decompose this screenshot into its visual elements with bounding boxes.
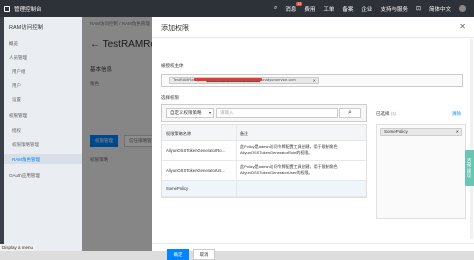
cart-icon[interactable]: ⊡ (416, 5, 421, 12)
principal-remove-icon[interactable]: ✕ (313, 78, 316, 83)
search-icon[interactable]: ⌕ (274, 5, 277, 12)
sidebar-item-people[interactable]: 人员管理 (9, 55, 27, 61)
selected-chip: SomePolicy ✕ (380, 128, 462, 136)
table-row[interactable]: AliyunOSSTokenGeneratorRo... 此Policy是adm… (162, 141, 366, 161)
dialog-footer-divider (152, 243, 474, 244)
column-divider (236, 125, 237, 140)
sidebar-item-settings[interactable]: 设置 (12, 97, 21, 103)
avatar-icon[interactable] (459, 5, 466, 12)
sidebar-item-users[interactable]: 用户 (12, 83, 21, 89)
left-strip (0, 17, 4, 251)
row-name: AliyunOSSTokenGeneratorRo... (166, 148, 226, 153)
sidebar-item-grants[interactable]: 授权 (12, 128, 21, 134)
sidebar-item-ram-roles[interactable]: RAM角色管理 (12, 157, 40, 163)
selected-panel (376, 124, 466, 219)
selected-count: (1) (390, 111, 397, 116)
table-header: 权限策略名称 备注 (162, 125, 366, 141)
dialog-title: 添加权限 (161, 25, 189, 32)
column-divider (236, 141, 237, 160)
status-tooltip: Display a menu (0, 244, 36, 251)
sidebar-item-policies[interactable]: 权限策略管理 (12, 142, 39, 148)
search-button[interactable]: ⌕ (339, 108, 361, 118)
select-label: 选择权限 (161, 95, 179, 100)
sidebar-item-oauth[interactable]: OAuth应用管理 (9, 173, 40, 179)
column-divider (236, 161, 237, 180)
col-header-name: 权限策略名称 (166, 131, 192, 136)
policy-type-select[interactable]: 自定义权限策略 ▾ (166, 108, 214, 118)
sidebar-item-user-groups[interactable]: 用户组 (12, 69, 26, 75)
dialog-scrollbar[interactable] (470, 39, 473, 239)
principal-label: 被授权主体 (161, 63, 184, 68)
nav-messages-label: 消息 (285, 6, 297, 13)
table-row[interactable]: AliyunOSSTokenGeneratorUs... 此Policy是adm… (162, 161, 366, 181)
sidebar-item-permissions[interactable]: 权限管理 (9, 113, 27, 119)
console-logo-icon[interactable] (4, 5, 10, 12)
sidebar-item-overview[interactable]: 概览 (9, 41, 18, 47)
top-bar: 管理控制台 ⌕ 消息 12 费用 工单 备案 企业 支持与服务 ⊡ 简体中文 (0, 0, 474, 17)
table-row-selected[interactable]: SomePolicy (162, 181, 366, 197)
add-permission-dialog: 添加权限 ✕ 被授权主体 TestRAMRole@role███████████… (152, 17, 474, 260)
messages-badge: 12 (296, 1, 303, 6)
chevron-down-icon: ▾ (208, 110, 211, 115)
sidebar-title: RAM访问控制 (9, 25, 44, 31)
selected-title-label: 已选择 (376, 111, 390, 116)
nav-enterprise[interactable]: 企业 (361, 5, 372, 13)
sidebar: RAM访问控制 概览 人员管理 用户组 用户 设置 权限管理 授权 权限策略管理… (0, 17, 82, 251)
nav-billing[interactable]: 费用 (304, 5, 315, 13)
feedback-tab[interactable]: 咨询·建议 (465, 150, 474, 186)
row-note: 此Policy是admin访问令牌配置工具创建，用于限制角色AliyunOSST… (240, 164, 338, 175)
search-input[interactable]: 请输入 (216, 108, 338, 118)
col-header-note: 备注 (240, 131, 248, 136)
selected-chip-label: SomePolicy (384, 129, 408, 134)
row-name: AliyunOSSTokenGeneratorUs... (166, 168, 225, 173)
nav-language[interactable]: 简体中文 (429, 5, 451, 13)
top-nav: ⌕ 消息 12 费用 工单 备案 企业 支持与服务 ⊡ 简体中文 (274, 0, 474, 17)
policy-type-value: 自定义权限策略 (170, 110, 202, 115)
redaction-bar (194, 78, 262, 81)
close-icon[interactable]: ✕ (459, 22, 466, 31)
clear-link[interactable]: 清除 (452, 111, 461, 117)
dialog-header: 添加权限 ✕ (152, 17, 474, 38)
nav-messages[interactable]: 消息 12 (285, 1, 303, 13)
chip-remove-icon[interactable]: ✕ (456, 129, 459, 135)
nav-support[interactable]: 支持与服务 (380, 5, 408, 13)
row-note: 此Policy是admin访问令牌配置工具创建，用于限制角色AliyunOSST… (240, 144, 338, 155)
policy-table: 权限策略名称 备注 AliyunOSSTokenGeneratorRo... 此… (161, 124, 367, 198)
brand-title[interactable]: 管理控制台 (14, 5, 42, 13)
column-divider (236, 181, 237, 196)
nav-icp[interactable]: 备案 (342, 5, 353, 13)
search-icon: ⌕ (348, 109, 352, 116)
row-name: SomePolicy (166, 186, 189, 191)
nav-tickets[interactable]: 工单 (323, 5, 334, 13)
selected-title: 已选择 (1) (376, 111, 396, 117)
